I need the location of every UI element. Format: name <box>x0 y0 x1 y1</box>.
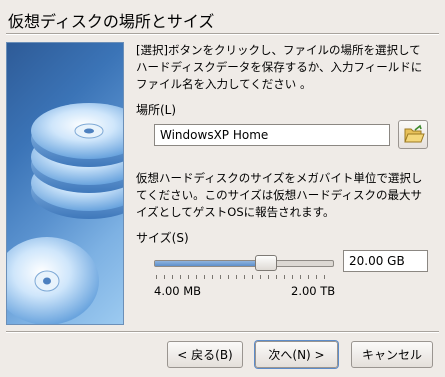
disk-banner-image <box>6 42 124 325</box>
description-line: ハードディスクデータを保存するか、入力フィールドに <box>136 60 423 74</box>
folder-open-icon <box>404 124 425 143</box>
min-size-label: 4.00 MB <box>154 284 202 298</box>
location-input[interactable]: WindowsXP Home <box>154 124 390 146</box>
page-title: 仮想ディスクの場所とサイズ <box>8 12 215 31</box>
size-label: サイズ(S) <box>136 231 189 245</box>
slider-ticks <box>156 275 332 279</box>
slider-fill <box>155 261 266 266</box>
location-description: [選択]ボタンをクリックし、ファイルの場所を選択して ハードディスクデータを保存… <box>136 42 436 93</box>
choose-folder-button[interactable] <box>398 120 428 149</box>
slider-track[interactable] <box>154 260 334 267</box>
description-line: 仮想ハードディスクのサイズをメガバイト単位で選択し <box>136 171 423 185</box>
cancel-button[interactable]: キャンセル <box>351 341 433 368</box>
header-divider <box>6 33 439 35</box>
slider-thumb[interactable] <box>255 255 277 271</box>
size-description: 仮想ハードディスクのサイズをメガバイト単位で選択し てください。このサイズは仮想… <box>136 170 436 221</box>
size-slider[interactable] <box>154 254 334 279</box>
location-label: 場所(L) <box>136 103 177 117</box>
back-button[interactable]: < 戻る(B) <box>167 341 243 368</box>
description-line: てください。このサイズは仮想ハードディスクの最大サ <box>136 188 423 202</box>
max-size-label: 2.00 TB <box>291 284 336 298</box>
next-button[interactable]: 次へ(N) > <box>255 341 338 368</box>
size-input[interactable]: 20.00 GB <box>343 250 428 272</box>
description-line: [選択]ボタンをクリックし、ファイルの場所を選択して <box>136 43 421 57</box>
description-line: ファイル名を入力してください 。 <box>136 77 312 91</box>
disks-illustration <box>7 103 123 324</box>
description-line: イズとしてゲストOSに報告されます。 <box>136 205 335 219</box>
footer-divider <box>6 331 439 333</box>
